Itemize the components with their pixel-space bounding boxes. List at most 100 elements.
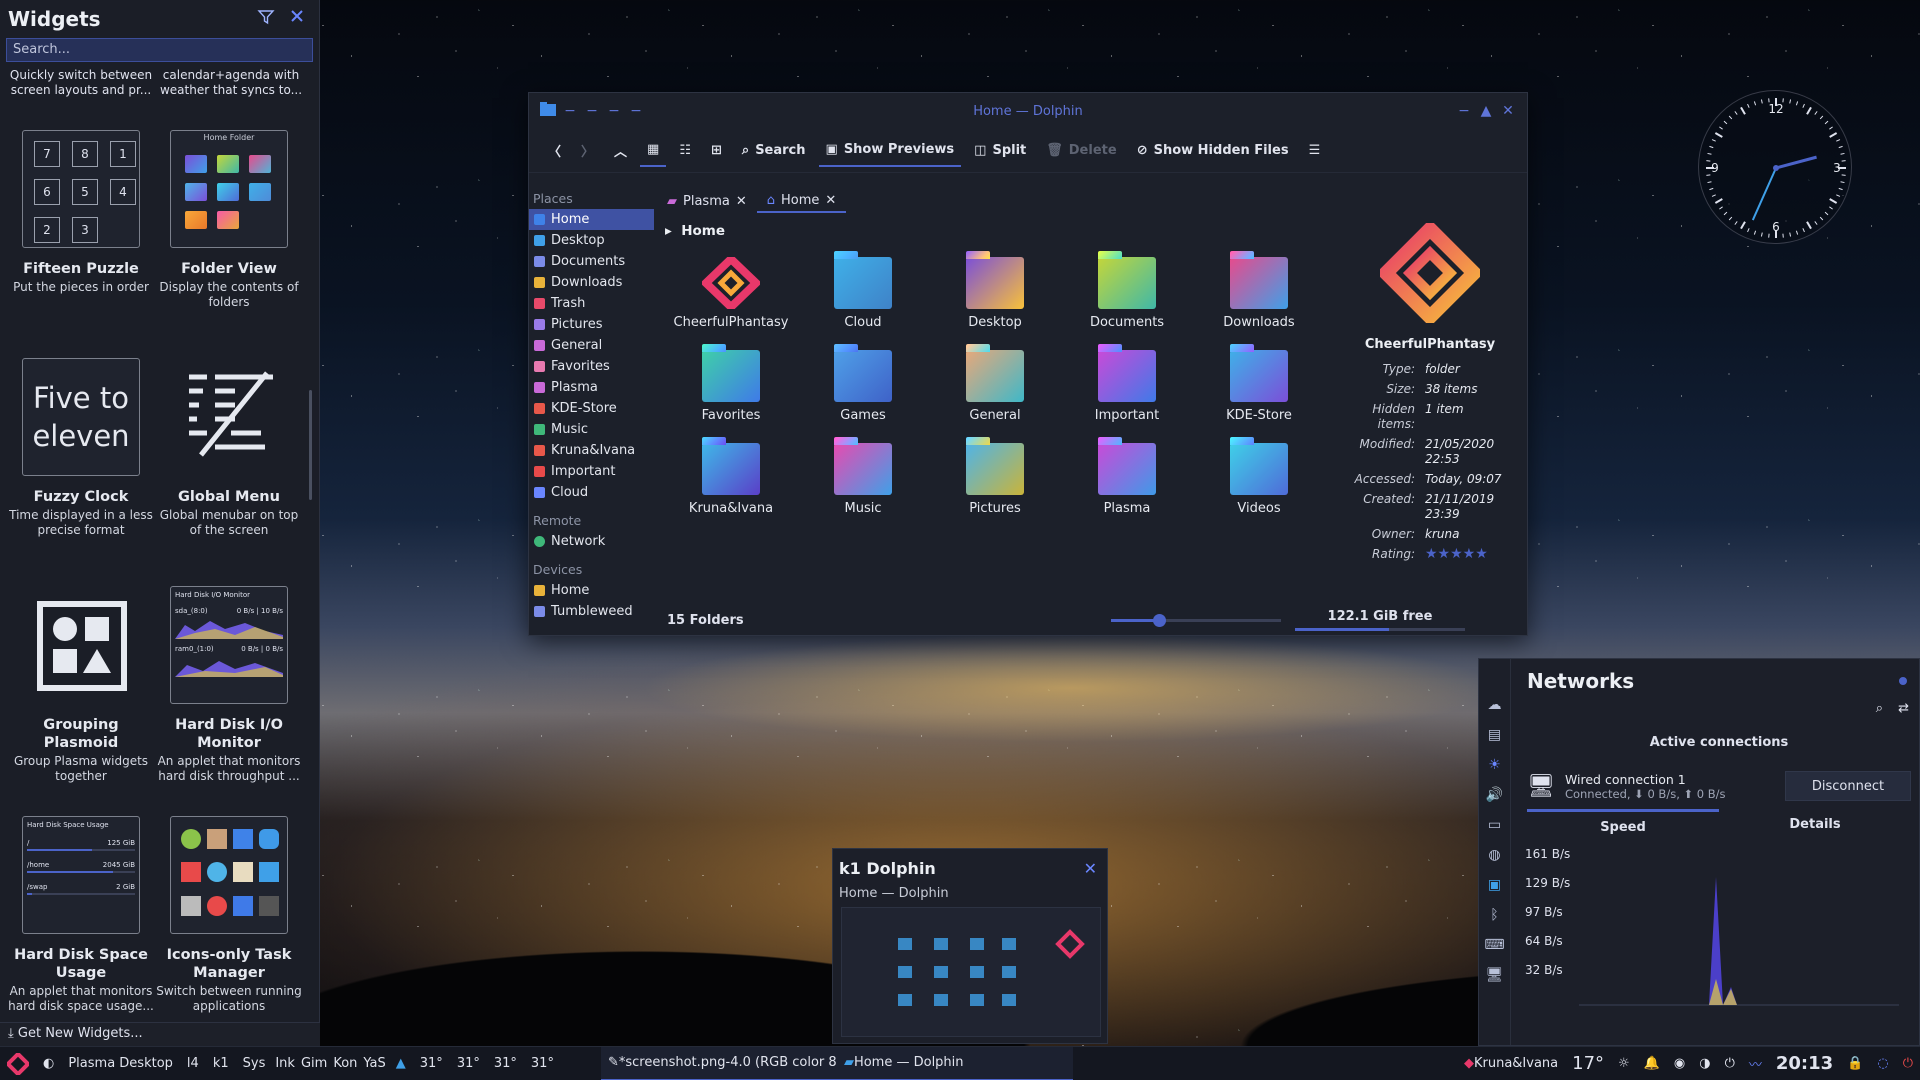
power-icon[interactable]: ⏻ <box>1718 1047 1742 1080</box>
sidebar-item-home[interactable]: Home <box>529 209 654 230</box>
analog-clock[interactable]: 12 3 6 9 <box>1698 90 1852 244</box>
desktops-icon[interactable]: − <box>581 103 603 119</box>
sidebar-item-plasma[interactable]: Plasma <box>529 377 654 398</box>
file-item-downloads[interactable]: Downloads <box>1193 253 1325 330</box>
app-launcher-icon[interactable] <box>0 1047 36 1080</box>
file-item-important[interactable]: Important <box>1061 346 1193 423</box>
file-item-documents[interactable]: Documents <box>1061 253 1193 330</box>
file-item-plasma[interactable]: Plasma <box>1061 439 1193 516</box>
logout-icon[interactable]: ◌ <box>1870 1047 1895 1080</box>
search-button[interactable]: ⌕ Search <box>735 135 813 167</box>
volume-icon[interactable]: 🔊 <box>1479 787 1510 817</box>
file-item-kde-store[interactable]: KDE-Store <box>1193 346 1325 423</box>
icons-view-icon[interactable]: ▦ <box>640 135 667 167</box>
quicklaunch-sys[interactable]: Sys <box>236 1047 273 1080</box>
activities-icon[interactable]: ◐ <box>36 1047 61 1080</box>
details-view-icon[interactable]: ⊞ <box>704 135 729 167</box>
lock-icon[interactable]: 🔒 <box>1840 1047 1870 1080</box>
split-button[interactable]: ◫ Split <box>967 135 1033 167</box>
clipboard-icon[interactable]: ▤ <box>1479 727 1510 757</box>
mouse-icon[interactable]: ◍ <box>1479 847 1510 877</box>
connection-item[interactable]: 🖥 Wired connection 1 Connected, ⬇ 0 B/s, … <box>1527 765 1911 807</box>
network-activity-icon[interactable]: 〰 <box>1742 1047 1769 1080</box>
sidebar-item-pictures[interactable]: Pictures <box>529 314 654 335</box>
widgets-scrollbar[interactable] <box>309 390 312 500</box>
close-icon[interactable]: ✕ <box>1497 103 1519 119</box>
breadcrumb[interactable]: ▸ Home <box>665 223 725 239</box>
close-icon[interactable]: ✕ <box>736 194 747 209</box>
tab-details[interactable]: Details <box>1719 809 1911 839</box>
widget-folder-view[interactable]: Home Folder Folder View Display the cont… <box>154 130 304 310</box>
minimize-icon[interactable]: − <box>1453 103 1475 119</box>
delete-button[interactable]: 🗑 Delete <box>1039 135 1123 167</box>
display-icon[interactable]: ▣ <box>1479 877 1510 907</box>
pager-l4[interactable]: l4 <box>180 1047 206 1080</box>
keyboard-icon[interactable]: ⌨ <box>1479 937 1510 967</box>
weather-temp[interactable]: 17° <box>1565 1047 1611 1080</box>
sidebar-item-documents[interactable]: Documents <box>529 251 654 272</box>
back-icon[interactable]: 〈 <box>541 135 568 167</box>
file-item-music[interactable]: Music <box>797 439 929 516</box>
hamburger-menu-icon[interactable]: ☰ <box>1302 135 1328 167</box>
user-switcher[interactable]: ◆ Kruna&Ivana <box>1457 1047 1565 1080</box>
quicklaunch-yas[interactable]: YaS <box>360 1047 388 1080</box>
show-hidden-button[interactable]: ⊘ Show Hidden Files <box>1130 135 1296 167</box>
shutdown-icon[interactable]: ⏻ <box>1896 1047 1920 1080</box>
get-new-widgets-button[interactable]: ⤓ Get New Widgets... <box>0 1022 320 1046</box>
filter-icon[interactable] <box>257 8 279 30</box>
show-previews-button[interactable]: ▣ Show Previews <box>818 135 962 167</box>
bluetooth-icon[interactable]: ᛒ <box>1479 907 1510 937</box>
task-gimp[interactable]: ✎ *screenshot.png-4.0 (RGB color 8-... <box>600 1046 837 1080</box>
configure-icon[interactable]: ⇄ <box>1898 701 1909 716</box>
disconnect-button[interactable]: Disconnect <box>1785 771 1911 801</box>
sidebar-item-device-home[interactable]: Home <box>529 580 654 601</box>
close-icon[interactable]: ✕ <box>825 193 836 208</box>
sidebar-item-favorites[interactable]: Favorites <box>529 356 654 377</box>
cloud-icon[interactable]: ☁ <box>1479 697 1510 727</box>
expand-up-icon[interactable]: ▲ <box>389 1047 413 1080</box>
tab-home[interactable]: ⌂ Home ✕ <box>756 189 847 213</box>
file-item-cheerfulphantasy[interactable]: CheerfulPhantasy <box>665 253 797 330</box>
widget-fuzzy-clock[interactable]: Five to eleven Fuzzy Clock Time displaye… <box>6 358 156 538</box>
systray-icon[interactable]: ◑ <box>1692 1047 1717 1080</box>
file-item-cloud[interactable]: Cloud <box>797 253 929 330</box>
file-item-favorites[interactable]: Favorites <box>665 346 797 423</box>
widget-icons-only-task-manager[interactable]: Icons-only Task Manager Switch between r… <box>154 816 304 1014</box>
close-icon[interactable] <box>289 8 311 30</box>
sidebar-item-general[interactable]: General <box>529 335 654 356</box>
sidebar-item-kruna-ivana[interactable]: Kruna&Ivana <box>529 440 654 461</box>
file-item-games[interactable]: Games <box>797 346 929 423</box>
weather-icon[interactable]: ☼ <box>1611 1047 1637 1080</box>
widget-hard-disk-space[interactable]: Hard Disk Space Usage / 125 GiB/home 2045 … <box>6 816 156 1014</box>
activity-name[interactable]: Plasma Desktop <box>61 1047 180 1080</box>
app-menu-icon[interactable] <box>537 102 559 120</box>
pin-icon[interactable]: − <box>559 103 581 119</box>
window-thumbnail[interactable] <box>841 907 1101 1037</box>
sidebar-item-trash[interactable]: Trash <box>529 293 654 314</box>
widget-hard-disk-io[interactable]: Hard Disk I/O Monitor sda_(8:0) 0 B/s | 1… <box>154 586 304 784</box>
sidebar-item-kde-store[interactable]: KDE-Store <box>529 398 654 419</box>
tab-plasma[interactable]: ▰ Plasma ✕ <box>657 189 757 213</box>
zoom-knob[interactable] <box>1152 614 1166 627</box>
file-item-general[interactable]: General <box>929 346 1061 423</box>
file-item-desktop[interactable]: Desktop <box>929 253 1061 330</box>
widget-search-input[interactable]: Search... <box>6 38 313 62</box>
widget-fifteen-puzzle[interactable]: 7 8 1 6 5 4 2 3 Fifteen Puzzle Put the p… <box>6 130 156 295</box>
window-titlebar[interactable]: − − − − Home — Dolphin − ▲ ✕ <box>529 93 1527 129</box>
sidebar-item-music[interactable]: Music <box>529 419 654 440</box>
task-dolphin[interactable]: ▰ Home — Dolphin <box>836 1046 1073 1080</box>
file-item-pictures[interactable]: Pictures <box>929 439 1061 516</box>
brightness-icon[interactable]: ☀ <box>1479 757 1510 787</box>
sidebar-item-downloads[interactable]: Downloads <box>529 272 654 293</box>
quicklaunch-gim[interactable]: Gim <box>298 1047 330 1080</box>
battery-icon[interactable]: ▭ <box>1479 817 1510 847</box>
up-icon[interactable]: ︿ <box>607 135 634 167</box>
shade-icon[interactable]: − <box>603 103 625 119</box>
sidebar-item-cloud[interactable]: Cloud <box>529 482 654 503</box>
network-icon[interactable]: 🖥 <box>1479 967 1510 997</box>
compact-view-icon[interactable]: ☷ <box>672 135 698 167</box>
widget-grouping-plasmoid[interactable]: Grouping Plasmoid Group Plasma widgets t… <box>6 586 156 784</box>
maximize-icon[interactable]: ▲ <box>1475 103 1497 119</box>
sidebar-item-device-tumbleweed[interactable]: Tumbleweed <box>529 601 654 622</box>
file-item-kruna-ivana[interactable]: Kruna&Ivana <box>665 439 797 516</box>
